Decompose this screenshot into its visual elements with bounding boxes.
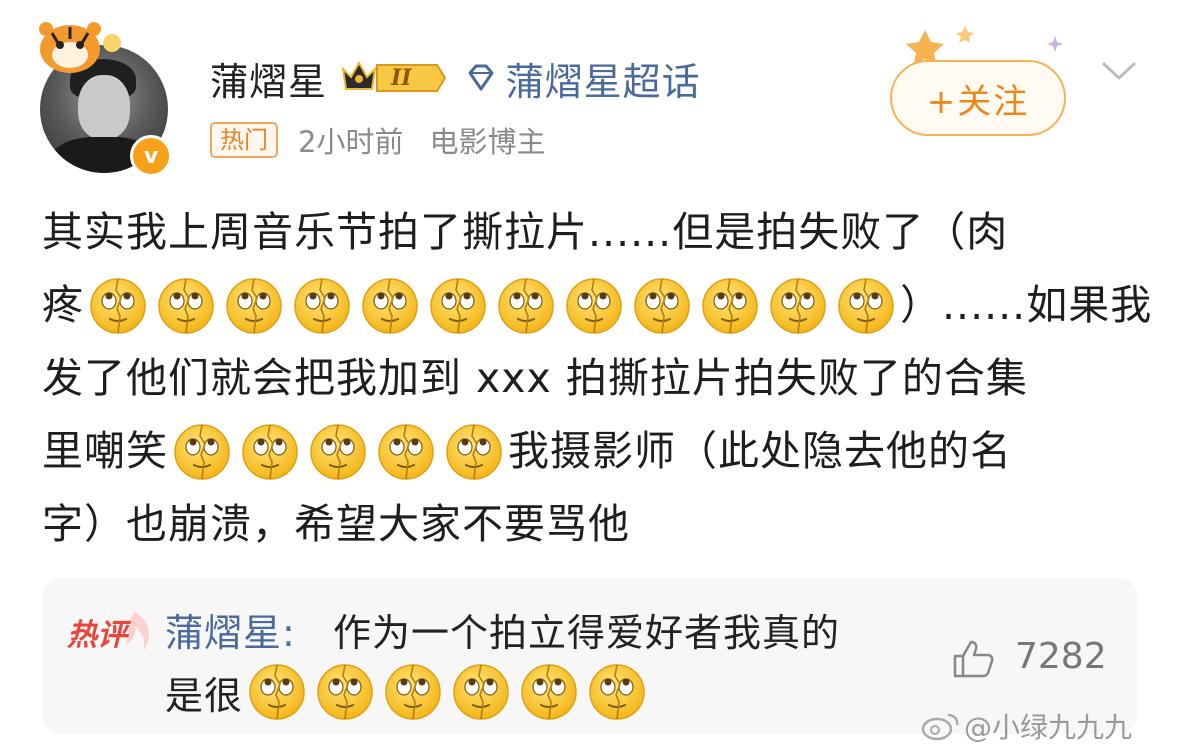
weibo-watermark: @小绿九九九 (920, 706, 1132, 746)
chevron-down-icon[interactable] (1100, 58, 1138, 84)
post-line-4: 里嘲笑 我摄影师（此处隐去他的名 (42, 415, 1142, 488)
author-name[interactable]: 蒲熠星 (210, 51, 327, 106)
rolling-eyes-emoji (88, 276, 148, 336)
emoji-group (84, 276, 900, 336)
rolling-eyes-emoji (240, 422, 300, 482)
rolling-eyes-emoji (383, 662, 443, 722)
rolling-eyes-emoji (700, 276, 760, 336)
post-body: 其实我上周音乐节拍了撕拉片......但是拍失败了（肉 疼 ）......如果我… (42, 196, 1151, 561)
like-count: 7282 (1015, 636, 1107, 677)
rolling-eyes-emoji (292, 276, 352, 336)
rolling-eyes-emoji (428, 276, 488, 336)
hot-comment-label: 热评 (66, 618, 132, 653)
avatar-face (78, 75, 130, 139)
rolling-eyes-emoji (519, 662, 579, 722)
comment-colon: : (282, 611, 296, 655)
rolling-eyes-emoji (496, 276, 556, 336)
emoji-group (243, 662, 651, 722)
rolling-eyes-emoji (451, 662, 511, 722)
post-text: 疼 (42, 281, 84, 329)
post-line-1: 其实我上周音乐节拍了撕拉片......但是拍失败了（肉 (42, 196, 1142, 269)
hot-tag: 热门 (210, 122, 278, 158)
rolling-eyes-emoji (172, 422, 232, 482)
watermark-text: @小绿九九九 (964, 711, 1133, 744)
rolling-eyes-emoji (376, 422, 436, 482)
post-time: 2小时前 (298, 125, 404, 159)
rolling-eyes-emoji (632, 276, 692, 336)
post-text: ）......如果我 (900, 281, 1153, 329)
rolling-eyes-emoji (156, 276, 216, 336)
rolling-eyes-emoji (564, 276, 624, 336)
verified-badge-icon: v (130, 135, 172, 177)
comment-text-line-2: 是很 (165, 662, 651, 722)
comment-text: 是很 (165, 673, 244, 718)
rolling-eyes-emoji (315, 662, 375, 722)
post-text: 发了他们就会把我加到 xxx 拍撕拉片拍失败了的合集 (42, 354, 1028, 402)
post-meta: 热门 2小时前 电影博主 (210, 120, 545, 160)
emoji-group (168, 422, 508, 482)
weibo-logo-icon (921, 713, 959, 741)
post-header: 蒲熠星 II 蒲熠星超话 (210, 50, 701, 106)
author-role: 电影博主 (429, 125, 546, 159)
rolling-eyes-emoji (247, 662, 307, 722)
hot-comment-label-icon: 热评 (66, 612, 150, 653)
rolling-eyes-emoji (224, 276, 284, 336)
post-text: 字）也崩溃，希望大家不要骂他 (42, 500, 630, 548)
rolling-eyes-emoji (308, 422, 368, 482)
comment-author[interactable]: 蒲熠星: (165, 602, 296, 657)
comment-author-name[interactable]: 蒲熠星 (165, 611, 282, 655)
supertopic-label: 蒲熠星超话 (505, 59, 701, 104)
vip-level-text: II (391, 65, 412, 91)
author-avatar-block[interactable]: v (30, 15, 180, 177)
rolling-eyes-emoji (587, 662, 647, 722)
supertopic-link[interactable]: 蒲熠星超话 (464, 51, 701, 106)
thumbs-up-icon[interactable] (951, 638, 995, 678)
tiger-decoration-icon (39, 22, 121, 73)
rolling-eyes-emoji (444, 422, 504, 482)
post-line-3: 发了他们就会把我加到 xxx 拍撕拉片拍失败了的合集 (42, 342, 1142, 415)
diamond-icon (468, 64, 494, 91)
follow-button[interactable]: +关注 (890, 60, 1066, 136)
post-text: 我摄影师（此处隐去他的名 (508, 427, 1012, 475)
post-text: 里嘲笑 (42, 427, 168, 475)
post-line-2: 疼 ）......如果我 (42, 269, 1151, 342)
post-line-5: 字）也崩溃，希望大家不要骂他 (42, 488, 1142, 561)
vip-crown-badge[interactable]: II (339, 57, 470, 99)
rolling-eyes-emoji (836, 276, 896, 336)
rolling-eyes-emoji (768, 276, 828, 336)
rolling-eyes-emoji (360, 276, 420, 336)
post-text: 其实我上周音乐节拍了撕拉片......但是拍失败了（肉 (42, 208, 1009, 256)
comment-text-line-1: 作为一个拍立得爱好者我真的 (333, 611, 841, 655)
